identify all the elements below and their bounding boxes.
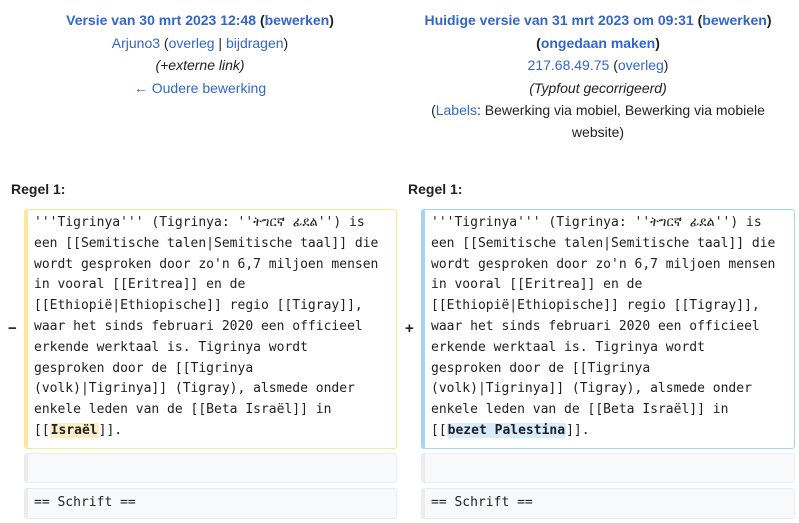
code-line: enkele leden van de [[Beta Israël]] in bbox=[34, 402, 332, 418]
new-revision-header: Huidige versie van 31 mrt 2023 om 09:31 … bbox=[397, 9, 799, 143]
code-line: [[Ethiopië|Ethiopische]] regio [[Tigray]… bbox=[431, 298, 760, 314]
context-line-left: == Schrift == bbox=[24, 488, 397, 519]
undo-link[interactable]: ongedaan maken bbox=[541, 35, 655, 51]
old-revision-title: Versie van 30 mrt 2023 12:48 (bewerken) bbox=[0, 9, 400, 32]
tags-row: (Labels: Bewerking via mobiel, Bewerking… bbox=[397, 99, 799, 143]
code-line: '''Tigrinya''' (Tigrinya: ''ትግርኛ ፊደል'') … bbox=[34, 215, 365, 230]
code-suffix: ]]. bbox=[98, 422, 123, 438]
code-line: een [[Semitische talen|Semitische taal]]… bbox=[34, 235, 379, 251]
code-line: (volk)|Tigrinya]] (Tigray), alsmede onde… bbox=[431, 381, 752, 397]
new-user-link[interactable]: 217.68.49.75 bbox=[528, 57, 610, 73]
code-line: gesproken door de [[Tigrinya bbox=[34, 360, 254, 376]
context-line-right: == Schrift == bbox=[421, 488, 795, 519]
old-user-talk-link[interactable]: overleg bbox=[169, 35, 215, 51]
context-empty-right bbox=[421, 453, 795, 483]
code-line: '''Tigrinya''' (Tigrinya: ''ትግርኛ ፊደል'') … bbox=[431, 215, 762, 230]
code-line: een [[Semitische talen|Semitische taal]]… bbox=[431, 235, 776, 251]
context-empty-left bbox=[24, 453, 397, 483]
separator: | bbox=[218, 34, 223, 51]
deleted-text-highlight: Israël bbox=[49, 422, 99, 438]
code-line: in vooral [[Eritrea]] en de bbox=[34, 277, 246, 293]
old-edit-summary: (+externe link) bbox=[155, 57, 245, 74]
new-edit-link[interactable]: bewerken bbox=[702, 12, 767, 28]
old-edit-link[interactable]: bewerken bbox=[265, 12, 330, 28]
old-user-contribs-link[interactable]: bijdragen bbox=[226, 35, 284, 51]
code-line: erkende werktaal is. Tigrinya wordt bbox=[431, 339, 705, 355]
code-line: gesproken door de [[Tigrinya bbox=[431, 360, 651, 376]
code-line: waar het sinds februari 2020 een officie… bbox=[431, 318, 760, 334]
code-prefix: [[ bbox=[431, 422, 447, 438]
new-revision-title: Huidige versie van 31 mrt 2023 om 09:31 … bbox=[397, 9, 799, 32]
paren-close: ) bbox=[766, 12, 772, 28]
paren-close: ) bbox=[663, 57, 669, 74]
paren-close: ) bbox=[283, 34, 289, 51]
labels-link[interactable]: Labels bbox=[436, 102, 477, 118]
labels-text: : Bewerking via mobiel, Bewerking via mo… bbox=[477, 102, 765, 141]
code-line: wordt gesproken door zo'n 6,7 miljoen me… bbox=[431, 256, 776, 272]
context-text: == Schrift == bbox=[431, 495, 533, 510]
code-line-last: [[bezet Palestina]]. bbox=[431, 421, 787, 442]
right-line-number: Regel 1: bbox=[408, 181, 463, 197]
code-line: erkende werktaal is. Tigrinya wordt bbox=[34, 339, 308, 355]
code-line: wordt gesproken door zo'n 6,7 miljoen me… bbox=[34, 256, 379, 272]
undo-row: (ongedaan maken) bbox=[397, 32, 799, 55]
deleted-line-cell: '''Tigrinya''' (Tigrinya: ''ትግርኛ ፊደል'') … bbox=[24, 209, 397, 449]
new-revision-link[interactable]: Huidige versie van 31 mrt 2023 om 09:31 bbox=[424, 12, 693, 28]
new-revision-user: 217.68.49.75 (overleg) bbox=[397, 54, 799, 77]
older-edit-link[interactable]: ← Oudere bewerking bbox=[134, 80, 266, 96]
paren-close: ) bbox=[655, 34, 660, 51]
code-line: [[Ethiopië|Ethiopische]] regio [[Tigray]… bbox=[34, 298, 363, 314]
new-user-talk-link[interactable]: overleg bbox=[618, 57, 664, 73]
old-user-link[interactable]: Arjuno3 bbox=[112, 35, 160, 51]
old-revision-header: Versie van 30 mrt 2023 12:48 (bewerken) … bbox=[0, 9, 400, 99]
code-prefix: [[ bbox=[34, 422, 50, 438]
old-revision-link[interactable]: Versie van 30 mrt 2023 12:48 bbox=[66, 12, 256, 28]
paren-close: ) bbox=[329, 12, 334, 28]
code-line: in vooral [[Eritrea]] en de bbox=[431, 277, 643, 293]
added-line-cell: '''Tigrinya''' (Tigrinya: ''ትግርኛ ፊደል'') … bbox=[421, 209, 795, 449]
code-line: (volk)|Tigrinya]] (Tigray), alsmede onde… bbox=[34, 381, 355, 397]
code-line: waar het sinds februari 2020 een officie… bbox=[34, 318, 363, 334]
added-marker: + bbox=[405, 320, 414, 337]
new-edit-summary: (Typfout gecorrigeerd) bbox=[529, 79, 667, 96]
code-suffix: ]]. bbox=[566, 422, 590, 438]
context-text: == Schrift == bbox=[34, 495, 136, 510]
deleted-marker: − bbox=[8, 320, 17, 337]
added-text-highlight: bezet Palestina bbox=[446, 422, 567, 438]
old-revision-user: Arjuno3 (overleg | bijdragen) bbox=[0, 32, 400, 55]
code-line-last: [[Israël]]. bbox=[34, 421, 389, 442]
left-line-number: Regel 1: bbox=[11, 181, 66, 197]
code-line: enkele leden van de [[Beta Israël]] in bbox=[431, 402, 729, 418]
